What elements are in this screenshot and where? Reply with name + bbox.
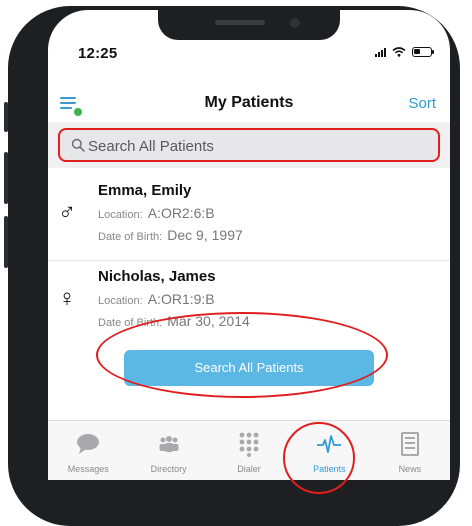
speaker: [215, 20, 265, 25]
patient-dob: Date of Birth: Dec 9, 1997: [98, 227, 243, 243]
nav-bar: My Patients Sort: [48, 90, 450, 122]
keypad-icon: [239, 432, 259, 457]
people-icon: [159, 436, 179, 452]
notch: [158, 10, 340, 40]
status-icons: [375, 47, 434, 57]
search-input[interactable]: [88, 134, 428, 158]
battery-fill: [414, 49, 420, 54]
tab-label: Messages: [67, 464, 109, 474]
dob-label: Date of Birth:: [98, 317, 163, 329]
page-title: My Patients: [204, 94, 294, 111]
front-camera: [290, 18, 300, 28]
patient-name: Emma, Emily: [98, 182, 192, 199]
heartbeat-icon: [317, 435, 342, 453]
male-icon: ♂: [58, 199, 76, 226]
tab-news[interactable]: News: [370, 421, 450, 480]
tab-label: Directory: [150, 464, 187, 474]
volume-down-button: [4, 216, 8, 268]
female-icon: ♀: [58, 285, 76, 312]
dob-value: Dec 9, 1997: [167, 227, 243, 243]
search-box[interactable]: [58, 128, 440, 162]
location-label: Location:: [98, 295, 143, 307]
tab-directory[interactable]: Directory: [128, 421, 208, 480]
patient-location: Location: A:OR2:6:B: [98, 205, 215, 221]
search-bar: [48, 122, 450, 168]
newspaper-icon: [400, 432, 419, 456]
location-value: A:OR1:9:B: [147, 291, 215, 307]
wifi-icon: [392, 47, 406, 57]
mute-switch: [4, 102, 8, 132]
status-time: 12:25: [78, 45, 118, 62]
patient-list: ♂ Emma, Emily Location: A:OR2:6:B Date o…: [48, 175, 450, 345]
tab-label: Patients: [313, 464, 346, 474]
location-label: Location:: [98, 209, 143, 221]
tab-bar: Messages Directory Dialer Patients News: [48, 420, 450, 480]
tab-label: Dialer: [237, 464, 261, 474]
search-icon: [71, 138, 85, 152]
sort-button[interactable]: Sort: [408, 95, 436, 112]
tab-dialer[interactable]: Dialer: [209, 421, 289, 480]
patient-location: Location: A:OR1:9:B: [98, 291, 215, 307]
dob-label: Date of Birth:: [98, 231, 163, 243]
battery-icon: [412, 47, 434, 57]
dob-value: Mar 30, 2014: [167, 313, 250, 329]
tab-patients[interactable]: Patients: [289, 421, 369, 480]
list-item[interactable]: ♀ Nicholas, James Location: A:OR1:9:B Da…: [48, 260, 450, 345]
chat-bubble-icon: [77, 434, 100, 454]
patient-name: Nicholas, James: [98, 268, 216, 285]
list-item[interactable]: ♂ Emma, Emily Location: A:OR2:6:B Date o…: [48, 175, 450, 260]
location-value: A:OR2:6:B: [147, 205, 215, 221]
signal-icon: [375, 47, 386, 57]
tab-messages[interactable]: Messages: [48, 421, 128, 480]
phone-screen: 12:25 My Patients Sort Search All Patien…: [48, 10, 450, 480]
tab-label: News: [398, 464, 422, 474]
volume-up-button: [4, 152, 8, 204]
search-all-patients-button[interactable]: Search All Patients: [124, 350, 374, 386]
patient-dob: Date of Birth: Mar 30, 2014: [98, 313, 250, 329]
